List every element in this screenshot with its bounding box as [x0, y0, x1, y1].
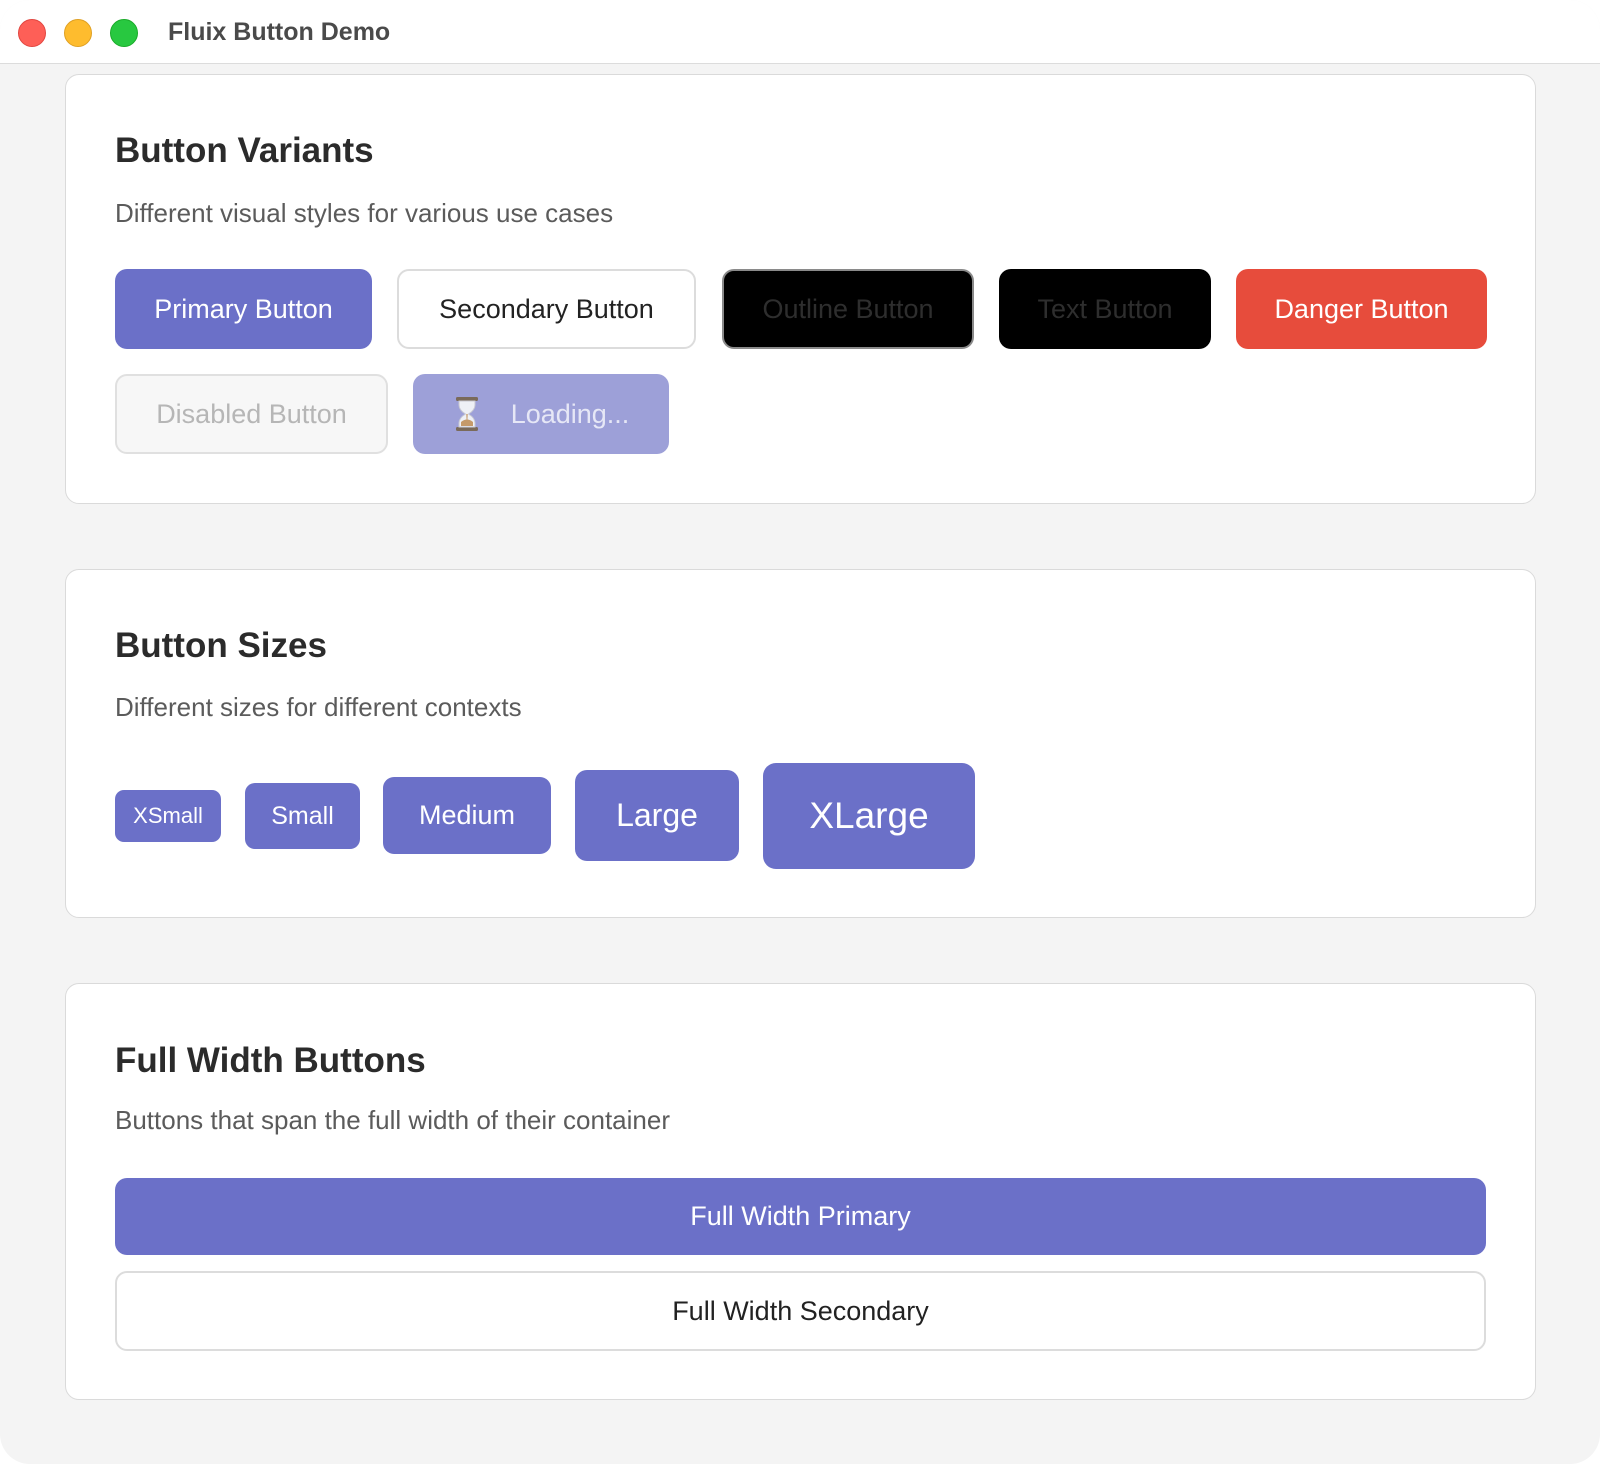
- full-width-title: Full Width Buttons: [115, 1041, 426, 1080]
- medium-button[interactable]: Medium: [383, 777, 551, 854]
- variants-description: Different visual styles for various use …: [115, 198, 614, 228]
- small-button[interactable]: Small: [245, 783, 360, 849]
- full-width-description: Buttons that span the full width of thei…: [115, 1105, 671, 1135]
- disabled-button: Disabled Button: [115, 374, 388, 454]
- title-bar: Fluix Button Demo: [0, 0, 1600, 64]
- full-width-secondary-button[interactable]: Full Width Secondary: [115, 1271, 1486, 1351]
- window-title: Fluix Button Demo: [168, 18, 391, 46]
- sizes-description: Different sizes for different contexts: [115, 692, 522, 722]
- sizes-title: Button Sizes: [115, 626, 327, 665]
- secondary-button[interactable]: Secondary Button: [397, 269, 696, 349]
- close-window-button[interactable]: [18, 19, 46, 47]
- text-button[interactable]: Text Button: [999, 269, 1211, 349]
- sizes-card: Button Sizes Different sizes for differe…: [65, 569, 1536, 918]
- variants-card: Button Variants Different visual styles …: [65, 74, 1536, 504]
- app-window: Fluix Button Demo Button Variants Differ…: [0, 0, 1600, 1464]
- maximize-window-button[interactable]: [110, 19, 138, 47]
- xsmall-button[interactable]: XSmall: [115, 790, 221, 842]
- full-width-primary-button[interactable]: Full Width Primary: [115, 1178, 1486, 1255]
- full-width-card: Full Width Buttons Buttons that span the…: [65, 983, 1536, 1400]
- large-button[interactable]: Large: [575, 770, 739, 861]
- xlarge-button[interactable]: XLarge: [763, 763, 975, 869]
- minimize-window-button[interactable]: [64, 19, 92, 47]
- danger-button[interactable]: Danger Button: [1236, 269, 1487, 349]
- loading-button: Loading...: [413, 374, 669, 454]
- variants-title: Button Variants: [115, 131, 374, 170]
- loading-label: Loading...: [510, 398, 630, 429]
- primary-button[interactable]: Primary Button: [115, 269, 372, 349]
- outline-button[interactable]: Outline Button: [722, 269, 974, 349]
- hourglass-icon: [455, 397, 478, 431]
